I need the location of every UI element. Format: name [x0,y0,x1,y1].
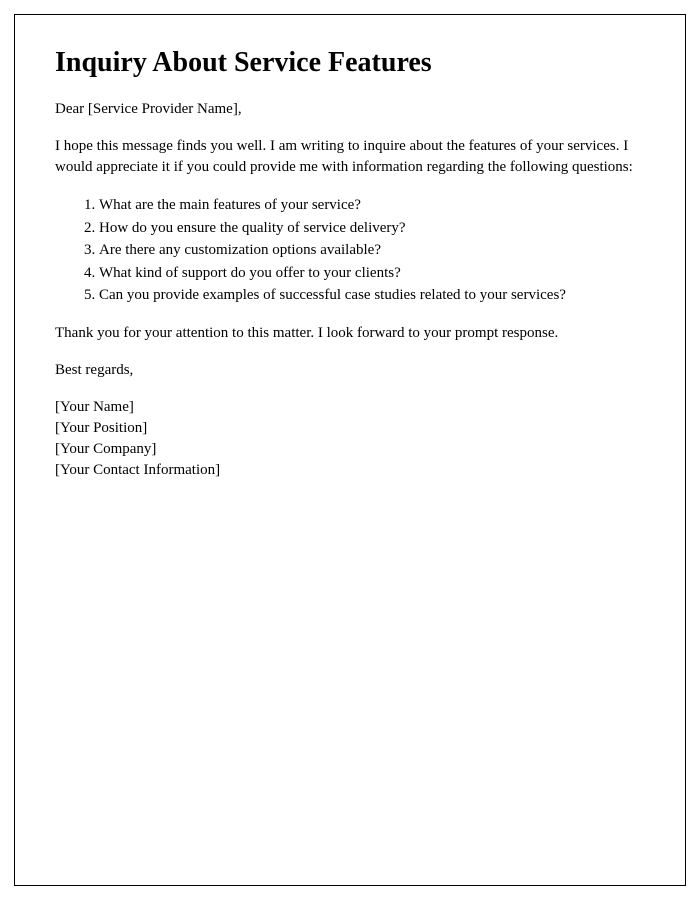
signature-position: [Your Position] [55,418,645,439]
list-item: How do you ensure the quality of service… [99,217,645,240]
signature-contact: [Your Contact Information] [55,460,645,481]
document-page: Inquiry About Service Features Dear [Ser… [14,14,686,886]
list-item: Can you provide examples of successful c… [99,284,645,307]
signature-name: [Your Name] [55,397,645,418]
signoff: Best regards, [55,360,645,381]
document-title: Inquiry About Service Features [55,47,645,79]
signature-company: [Your Company] [55,439,645,460]
signature-block: [Your Name] [Your Position] [Your Compan… [55,397,645,481]
list-item: Are there any customization options avai… [99,239,645,262]
list-item: What are the main features of your servi… [99,194,645,217]
salutation: Dear [Service Provider Name], [55,99,645,120]
list-item: What kind of support do you offer to you… [99,262,645,285]
closing-paragraph: Thank you for your attention to this mat… [55,323,645,344]
intro-paragraph: I hope this message finds you well. I am… [55,136,645,178]
questions-list: What are the main features of your servi… [99,194,645,307]
